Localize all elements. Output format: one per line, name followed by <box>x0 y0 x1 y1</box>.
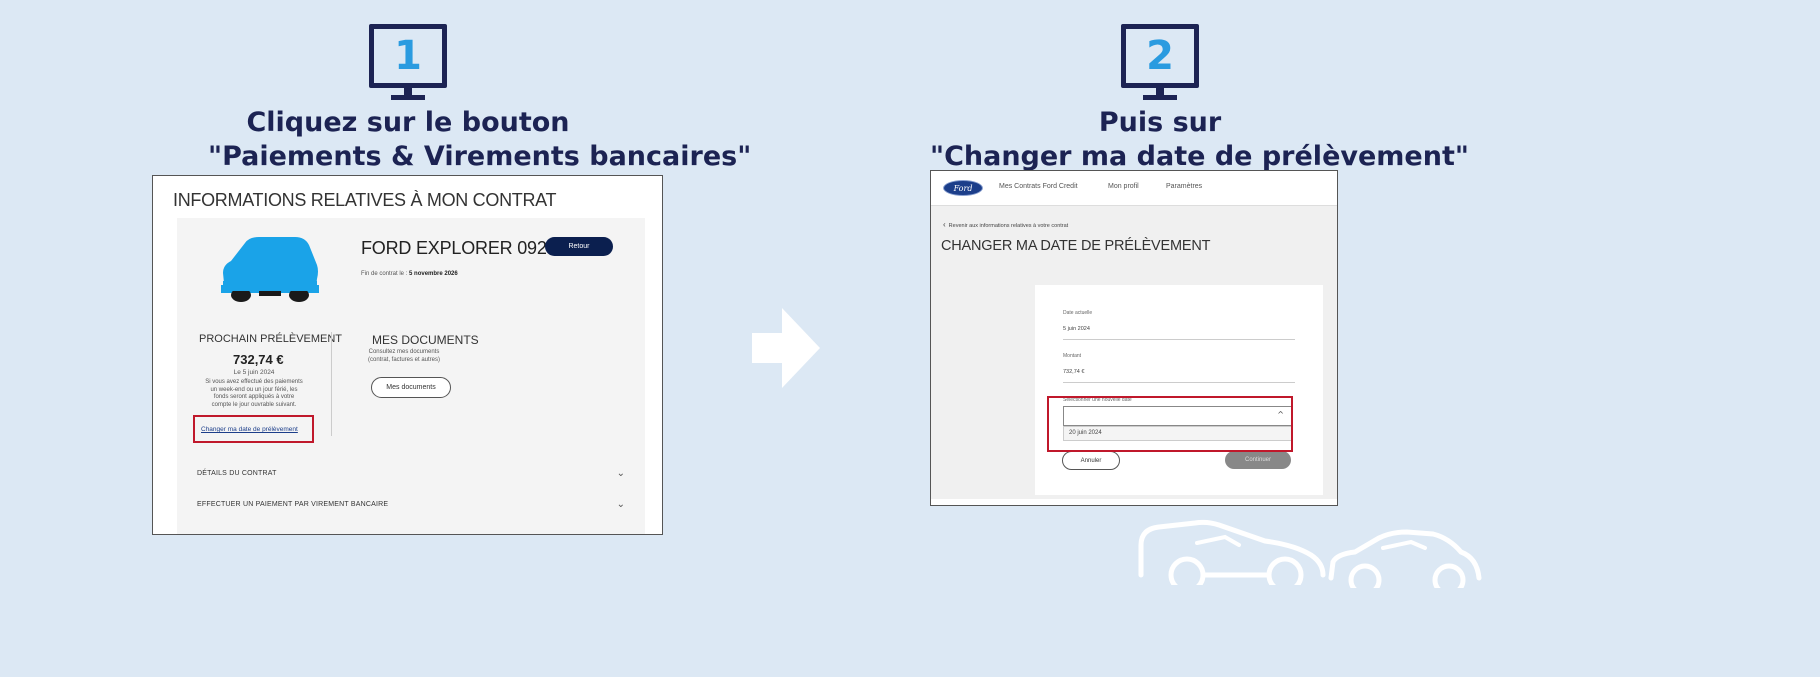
next-payment-amount: 732,74 € <box>233 352 284 367</box>
current-date-value: 5 juin 2024 <box>1063 326 1090 332</box>
contract-end-date: Fin de contrat le : 5 novembre 2026 <box>361 271 458 277</box>
chevron-down-icon: ⌄ <box>616 468 625 479</box>
next-payment-note: Si vous avez effectué des paiements un w… <box>205 379 303 408</box>
page-title: CHANGER MA DATE DE PRÉLÈVEMENT <box>941 238 1211 254</box>
step-2-header: 2 Puis sur "Changer ma date de prélèveme… <box>930 24 1469 174</box>
vehicle-model: FORD EXPLORER 0920 <box>361 238 557 258</box>
step-1-title-line1: Cliquez sur le bouton <box>246 107 570 138</box>
car-outline-icon <box>1138 519 1326 585</box>
documents-title: MES DOCUMENTS <box>372 333 479 347</box>
nav-settings[interactable]: Paramètres <box>1166 183 1202 190</box>
chevron-left-icon: ‹ <box>943 220 946 229</box>
step-number: 1 <box>394 33 422 79</box>
step-2-title-line1: Puis sur <box>1098 107 1222 138</box>
top-nav: Ford Mes Contrats Ford Credit Mon profil… <box>931 171 1337 206</box>
back-button[interactable]: Retour <box>545 237 613 256</box>
amount-value: 732,74 € <box>1063 369 1085 375</box>
step-2-title: Puis sur "Changer ma date de prélèvement… <box>930 106 1469 174</box>
nav-my-profile[interactable]: Mon profil <box>1108 183 1139 190</box>
accordion-label: DÉTAILS DU CONTRAT <box>197 470 277 477</box>
amount-label: Montant <box>1063 353 1082 359</box>
ford-logo[interactable]: Ford <box>943 180 983 196</box>
step-1-title-line2: "Paiements & Virements bancaires" <box>208 141 752 172</box>
accordion-bank-transfer[interactable]: EFFECTUER UN PAIEMENT PAR VIREMENT BANCA… <box>197 499 625 515</box>
next-payment-title: PROCHAIN PRÉLÈVEMENT <box>199 333 343 345</box>
nav-my-contracts[interactable]: Mes Contrats Ford Credit <box>999 183 1078 190</box>
divider <box>331 332 332 436</box>
current-date-label: Date actuelle <box>1063 310 1093 316</box>
accordion-label: EFFECTUER UN PAIEMENT PAR VIREMENT BANCA… <box>197 501 389 508</box>
continue-button[interactable]: Continuer <box>1225 451 1291 469</box>
accordion-contract-details[interactable]: DÉTAILS DU CONTRAT ⌄ <box>197 468 625 484</box>
step-1-header: 1 Cliquez sur le bouton "Paiements & Vir… <box>208 24 752 174</box>
change-date-screenshot: Ford Mes Contrats Ford Credit Mon profil… <box>930 170 1338 506</box>
divider <box>1063 339 1295 340</box>
step-1-title: Cliquez sur le bouton "Paiements & Virem… <box>208 106 752 174</box>
back-link-label: Revenir aux informations relatives à vot… <box>948 223 1069 229</box>
documents-description: Consultez mes documents (contrat, factur… <box>367 349 441 363</box>
page-body: ‹ Revenir aux informations relatives à vo… <box>931 206 1337 499</box>
car-outline-icon <box>1328 529 1482 588</box>
next-payment-date: Le 5 juin 2024 <box>233 369 275 376</box>
step-2-title-line2: "Changer ma date de prélèvement" <box>930 141 1469 172</box>
step-number: 2 <box>1146 33 1174 79</box>
page-title: INFORMATIONS RELATIVES À MON CONTRAT <box>173 190 557 210</box>
contract-info-screenshot: INFORMATIONS RELATIVES À MON CONTRAT FOR… <box>152 175 663 535</box>
cancel-button[interactable]: Annuler <box>1062 451 1120 470</box>
divider <box>1063 382 1295 383</box>
highlight-box <box>193 415 314 443</box>
change-date-form: Date actuelle 5 juin 2024 Montant 732,74… <box>1035 285 1323 495</box>
documents-button[interactable]: Mes documents <box>371 377 451 398</box>
car-image <box>221 237 319 302</box>
monitor-icon: 2 <box>1121 24 1199 100</box>
chevron-down-icon: ⌄ <box>616 499 625 510</box>
monitor-icon: 1 <box>369 24 447 100</box>
highlight-box <box>1047 396 1293 452</box>
back-link[interactable]: ‹ Revenir aux informations relatives à vo… <box>943 220 1068 229</box>
